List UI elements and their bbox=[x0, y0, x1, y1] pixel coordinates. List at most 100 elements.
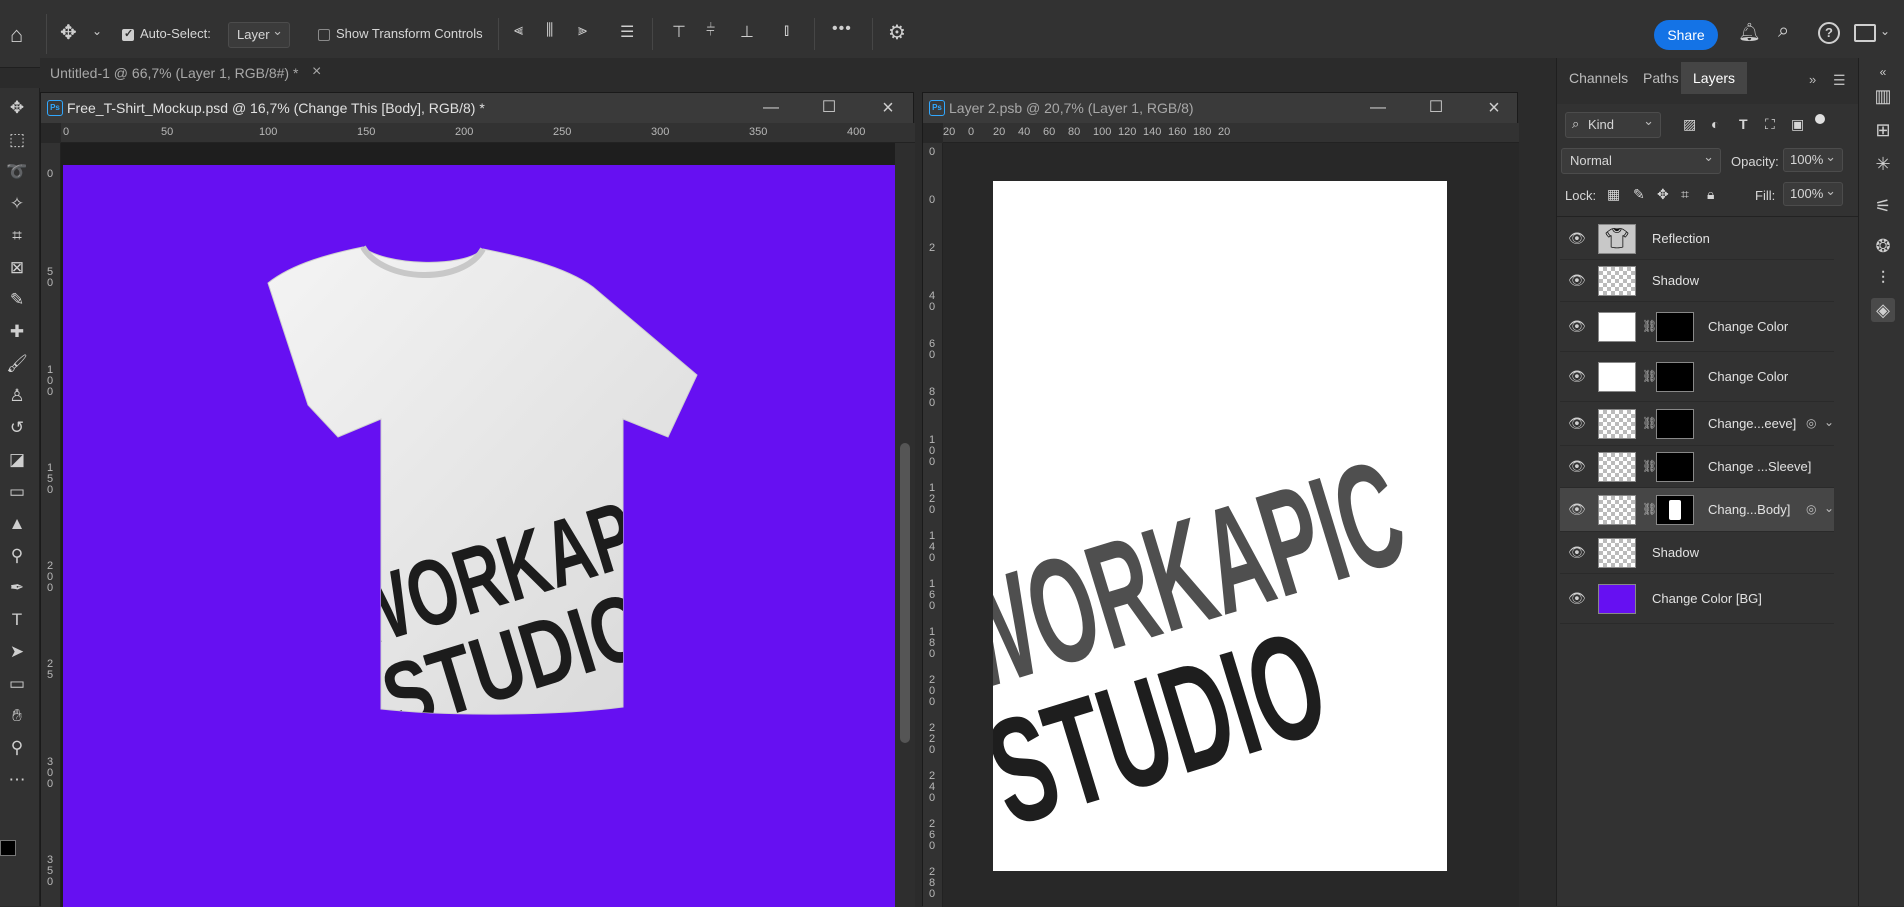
lock-all-icon[interactable]: 🔒︎ bbox=[1707, 186, 1714, 203]
search-icon[interactable]: ⌕ bbox=[1778, 20, 1789, 43]
eye-icon[interactable]: 👁︎ bbox=[1568, 230, 1586, 247]
gradient-tool-icon[interactable]: ▭ bbox=[2, 478, 32, 506]
more-tools-icon[interactable]: ⋯ bbox=[2, 766, 32, 794]
canvas-area[interactable]: WORKAPIC STUDIO bbox=[61, 143, 895, 907]
layer-mask-thumbnail[interactable] bbox=[1656, 452, 1694, 482]
blur-tool-icon[interactable]: ▲ bbox=[2, 510, 32, 538]
eraser-tool-icon[interactable]: ◪ bbox=[2, 446, 32, 474]
layer-name[interactable]: Shadow bbox=[1652, 532, 1699, 574]
link-icon[interactable]: ⛓ bbox=[1642, 369, 1657, 383]
layer-mask-thumbnail[interactable] bbox=[1656, 362, 1694, 392]
layer-name[interactable]: Change Color [BG] bbox=[1652, 574, 1762, 624]
crop-tool-icon[interactable]: ⌗ bbox=[2, 222, 32, 250]
filter-pixel-icon[interactable]: ▨ bbox=[1683, 116, 1696, 133]
paths-panel-icon[interactable]: ⫶ bbox=[1871, 266, 1895, 290]
window-title-bar[interactable]: Ps Layer 2.psb @ 20,7% (Layer 1, RGB/8) … bbox=[923, 93, 1517, 123]
layer-name[interactable]: Change Color bbox=[1708, 352, 1788, 402]
distribute-icon[interactable]: ☰ bbox=[620, 22, 634, 42]
pen-tool-icon[interactable]: ✒ bbox=[2, 574, 32, 602]
tab-paths[interactable]: Paths bbox=[1643, 70, 1679, 86]
lock-pixels-icon[interactable]: ✎ bbox=[1633, 186, 1645, 203]
collapse-panel-icon[interactable]: » bbox=[1809, 72, 1816, 87]
tab-channels[interactable]: Channels bbox=[1569, 70, 1628, 86]
minimize-icon[interactable]: — bbox=[756, 93, 786, 123]
layer-row[interactable]: 👁︎ ⛓ Change Color bbox=[1560, 352, 1834, 402]
link-icon[interactable]: ⛓ bbox=[1642, 416, 1657, 430]
layers-panel-icon[interactable]: ◈ bbox=[1871, 298, 1895, 322]
link-icon[interactable]: ⛓ bbox=[1642, 319, 1657, 333]
align-center-icon[interactable]: ⫼ bbox=[546, 22, 553, 40]
scrollbar-thumb[interactable] bbox=[900, 443, 910, 743]
distribute-vertical-icon[interactable]: ⫾ bbox=[784, 22, 789, 40]
brush-tool-icon[interactable]: 🖌︎ bbox=[2, 350, 32, 378]
auto-select-checkbox[interactable] bbox=[122, 26, 134, 41]
layer-name[interactable]: Change ...Sleeve] bbox=[1708, 446, 1811, 488]
vertical-scrollbar[interactable] bbox=[895, 143, 915, 907]
eye-icon[interactable]: 👁︎ bbox=[1568, 368, 1586, 385]
layer-row[interactable]: 👁︎ ⛓ Chang...Body] ◎ ⌄ bbox=[1560, 488, 1834, 532]
history-brush-icon[interactable]: ↺ bbox=[2, 414, 32, 442]
layer-filter-dropdown[interactable]: ⌕ Kind bbox=[1565, 112, 1661, 138]
eye-icon[interactable]: 👁︎ bbox=[1568, 501, 1586, 518]
layer-mask-thumbnail[interactable] bbox=[1656, 312, 1694, 342]
foreground-color-swatch[interactable] bbox=[0, 840, 16, 856]
chevron-down-icon[interactable]: ⌄ bbox=[1880, 24, 1890, 38]
canvas-area[interactable]: WORKAPIC STUDIO bbox=[943, 143, 1519, 907]
layer-mask-thumbnail[interactable] bbox=[1656, 409, 1694, 439]
eye-icon[interactable]: 👁︎ bbox=[1568, 415, 1586, 432]
auto-select-dropdown[interactable]: Layer bbox=[228, 22, 290, 48]
hand-tool-icon[interactable]: ✋︎ bbox=[2, 702, 32, 730]
tab-layers[interactable]: Layers bbox=[1681, 62, 1748, 94]
opacity-field[interactable]: 100% bbox=[1783, 148, 1843, 172]
maximize-icon[interactable]: ☐ bbox=[814, 93, 844, 123]
chevron-down-icon[interactable]: ⌄ bbox=[1824, 501, 1834, 515]
smart-filter-icon[interactable]: ◎ bbox=[1806, 502, 1816, 516]
zoom-tool-icon[interactable]: ⚲ bbox=[2, 734, 32, 762]
align-bottom-icon[interactable]: ⊥ bbox=[740, 22, 754, 42]
document-tab[interactable]: Untitled-1 @ 66,7% (Layer 1, RGB/8#) * bbox=[50, 65, 298, 81]
align-middle-icon[interactable]: ⫩ bbox=[706, 22, 715, 40]
eye-icon[interactable]: 👁︎ bbox=[1568, 458, 1586, 475]
lasso-tool-icon[interactable]: ➰ bbox=[2, 158, 32, 186]
filter-smart-object-icon[interactable]: ▣ bbox=[1791, 116, 1804, 133]
workspace-icon[interactable] bbox=[1854, 24, 1876, 42]
fill-field[interactable]: 100% bbox=[1783, 182, 1843, 206]
close-icon[interactable]: × bbox=[1479, 93, 1509, 123]
lock-position-icon[interactable]: ✥ bbox=[1657, 186, 1669, 203]
layer-row[interactable]: 👁︎ 👕︎ Reflection bbox=[1560, 218, 1834, 260]
eye-icon[interactable]: 👁︎ bbox=[1568, 318, 1586, 335]
adjustments-icon[interactable]: ⚟ bbox=[1871, 194, 1895, 218]
layer-name[interactable]: Shadow bbox=[1652, 260, 1699, 302]
close-icon[interactable]: × bbox=[312, 63, 321, 81]
layer-row[interactable]: 👁︎ Shadow bbox=[1560, 532, 1834, 574]
eye-icon[interactable]: 👁︎ bbox=[1568, 590, 1586, 607]
eyedropper-tool-icon[interactable]: ✎ bbox=[2, 286, 32, 314]
collapse-dock-icon[interactable]: « bbox=[1871, 60, 1895, 84]
marquee-tool-icon[interactable]: ⬚ bbox=[2, 126, 32, 154]
home-icon[interactable]: ⌂ bbox=[10, 22, 23, 48]
layer-row[interactable]: 👁︎ ⛓ Change Color bbox=[1560, 302, 1834, 352]
filter-type-icon[interactable]: T bbox=[1739, 116, 1748, 132]
layer-row[interactable]: 👁︎ Change Color [BG] bbox=[1560, 574, 1834, 624]
gear-icon[interactable]: ⚙ bbox=[888, 20, 906, 45]
layer-row[interactable]: 👁︎ ⛓ Change...eeve] ◎ ⌄ bbox=[1560, 402, 1834, 446]
filter-toggle-icon[interactable] bbox=[1815, 114, 1825, 124]
layer-row[interactable]: 👁︎ Shadow bbox=[1560, 260, 1834, 302]
filter-adjustment-icon[interactable]: ◐ bbox=[1711, 116, 1719, 132]
frame-tool-icon[interactable]: ⊠ bbox=[2, 254, 32, 282]
minimize-icon[interactable]: — bbox=[1363, 93, 1393, 123]
chevron-down-icon[interactable]: ⌄ bbox=[92, 24, 102, 38]
chevron-down-icon[interactable]: ⌄ bbox=[1824, 415, 1834, 429]
dodge-tool-icon[interactable]: ⚲ bbox=[2, 542, 32, 570]
align-left-icon[interactable]: ⫷ bbox=[514, 22, 523, 40]
panel-menu-icon[interactable]: ☰ bbox=[1833, 72, 1846, 89]
histogram-icon[interactable]: ▥ bbox=[1871, 84, 1895, 108]
lock-transparent-icon[interactable]: ▦ bbox=[1607, 186, 1620, 203]
layer-name[interactable]: Change Color bbox=[1708, 302, 1788, 352]
rectangle-tool-icon[interactable]: ▭ bbox=[2, 670, 32, 698]
link-icon[interactable]: ⛓ bbox=[1642, 459, 1657, 473]
move-tool-icon[interactable]: ✥ bbox=[60, 20, 77, 45]
magic-wand-tool-icon[interactable]: ✧ bbox=[2, 190, 32, 218]
layer-mask-thumbnail[interactable] bbox=[1656, 495, 1694, 525]
layer-row[interactable]: 👁︎ ⛓ Change ...Sleeve] bbox=[1560, 446, 1834, 488]
